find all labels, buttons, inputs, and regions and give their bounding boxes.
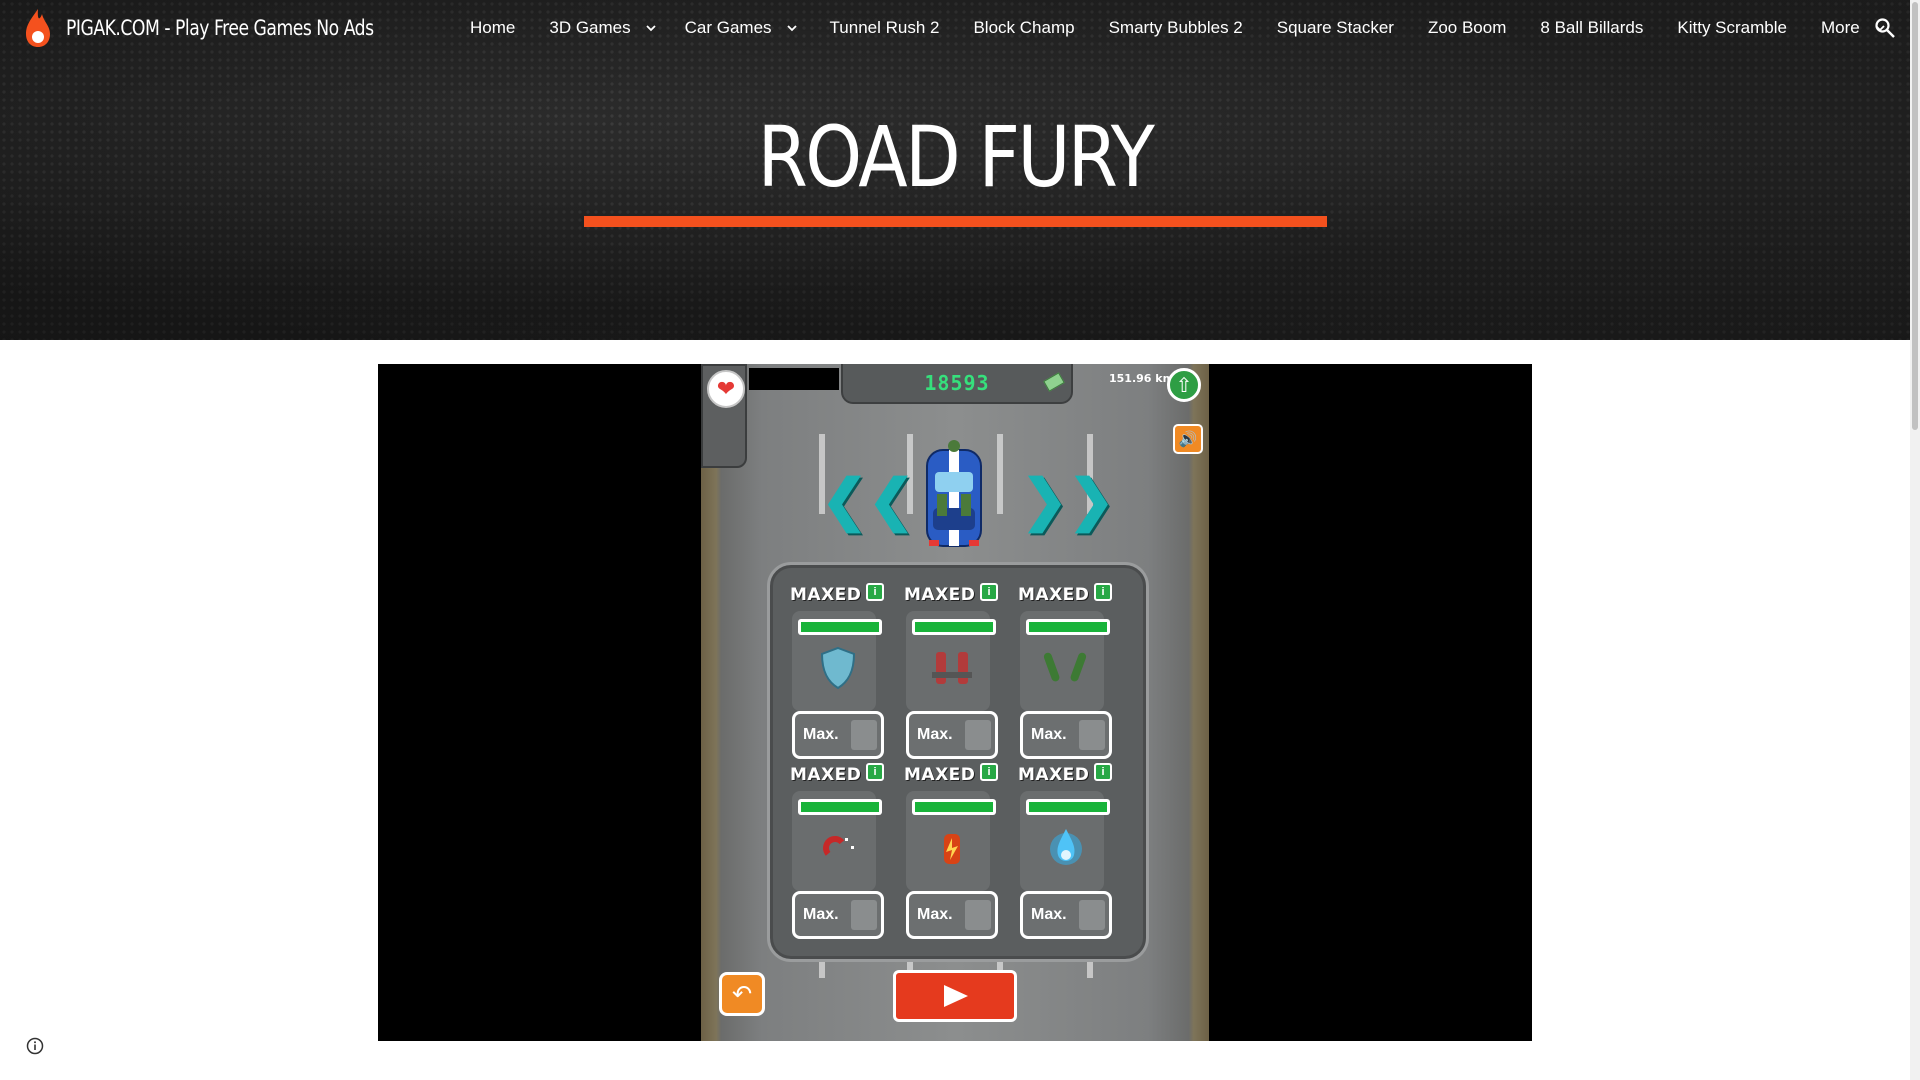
upgrade-slot: MAXED i Max. [1012,583,1112,761]
upgrade-status: MAXED [790,765,862,785]
chevron-down-icon[interactable] [786,22,798,34]
upgrade-slot: MAXED i Max. [1012,763,1112,941]
chevron-down-icon[interactable] [645,22,657,34]
info-button[interactable]: i [980,763,998,781]
info-button[interactable]: i [1094,763,1112,781]
nav-item-label[interactable]: 3D Games [549,18,630,38]
upgrades-panel: MAXED i Max. MAXED i Max. MAXED i Max. M… [767,562,1149,962]
heart-icon: ❤ [707,370,745,408]
nav-item-label[interactable]: Smarty Bubbles 2 [1109,18,1243,38]
max-button-label[interactable]: Max. [1031,726,1067,744]
upgrade-level-bar [798,619,882,635]
distance-readout: 151.96 km [1109,372,1175,385]
brand[interactable]: PIGAK.COM - Play Free Games No Ads [24,8,441,48]
health-bar [749,368,839,390]
shield-icon [810,643,866,693]
nav-item-label[interactable]: Tunnel Rush 2 [830,18,940,38]
upgrade-level-bar [798,799,882,815]
back-arrow-icon[interactable]: ↶ [719,972,765,1016]
magnet-icon [810,823,866,873]
page-title: ROAD FURY [757,108,1155,206]
nav-item-label[interactable]: 8 Ball Billards [1540,18,1643,38]
nav-item-kitty-scramble[interactable]: Kitty Scramble [1677,18,1787,38]
site-header: PIGAK.COM - Play Free Games No Ads Home … [0,0,1910,340]
cash-icon [851,720,877,750]
lane-marking [997,434,1003,514]
play-icon [944,985,968,1007]
nav-item-tunnel-rush-2[interactable]: Tunnel Rush 2 [830,18,940,38]
previous-car-arrow-icon[interactable]: ❮❮ [821,472,915,528]
nav-item-square-stacker[interactable]: Square Stacker [1277,18,1394,38]
car-icon [926,440,982,547]
upgrade-status: MAXED [1018,585,1090,605]
nav-item-3d-games[interactable]: 3D Games [549,18,656,38]
info-button[interactable]: i [980,583,998,601]
nav-items: Home 3D Games Car Games Tunnel Rush 2 Bl… [470,0,1886,56]
up-arrow-icon[interactable]: ⇧ [1167,368,1201,402]
upgrade-status: MAXED [790,585,862,605]
info-button[interactable]: i [1094,583,1112,601]
upgrade-slot: MAXED i Max. [784,763,884,941]
max-button-label[interactable]: Max. [1031,906,1067,924]
max-button-label[interactable]: Max. [917,726,953,744]
search-icon[interactable] [1873,16,1897,40]
nav-item-label[interactable]: Zoo Boom [1428,18,1506,38]
cash-icon [965,720,991,750]
nav-item-car-games[interactable]: Car Games [685,18,798,38]
upgrade-status: MAXED [904,585,976,605]
nav-item-label[interactable]: Car Games [685,18,772,38]
upgrade-slot: MAXED i Max. [898,763,998,941]
cash-icon [1079,720,1105,750]
nav-item-zoo-boom[interactable]: Zoo Boom [1428,18,1506,38]
cash-icon [851,900,877,930]
next-car-arrow-icon[interactable]: ❯❯ [1021,472,1115,528]
max-upgrade-button[interactable]: Max. [792,711,884,759]
max-upgrade-button[interactable]: Max. [1020,711,1112,759]
upgrade-level-bar [912,619,996,635]
guns-icon [924,643,980,693]
scrollbar-thumb[interactable] [1912,2,1918,430]
top-nav: PIGAK.COM - Play Free Games No Ads Home … [0,0,1910,56]
info-icon[interactable] [26,1037,44,1055]
upgrade-status: MAXED [904,765,976,785]
max-upgrade-button[interactable]: Max. [906,711,998,759]
speaker-icon[interactable]: 🔊 [1173,424,1203,454]
cash-icon [1079,900,1105,930]
max-button-label[interactable]: Max. [803,726,839,744]
game-canvas[interactable]: ❤ 18593 151.96 km ⇧ 🔊 ❮❮ ❯❯ MAXED i Max.… [701,364,1209,1041]
max-upgrade-button[interactable]: Max. [792,891,884,939]
nav-item-label[interactable]: Block Champ [973,18,1074,38]
play-button[interactable] [893,970,1017,1022]
brand-name[interactable]: PIGAK.COM - Play Free Games No Ads [66,16,374,40]
max-button-label[interactable]: Max. [917,906,953,924]
nav-item-8-ball-billards[interactable]: 8 Ball Billards [1540,18,1643,38]
score-counter: 18593 [841,364,1073,404]
upgrade-slot: MAXED i Max. [784,583,884,761]
blue-flame-icon [1038,823,1094,873]
nitro-icon [924,823,980,873]
nav-item-label[interactable]: Kitty Scramble [1677,18,1787,38]
max-upgrade-button[interactable]: Max. [906,891,998,939]
upgrade-level-bar [1026,799,1110,815]
nav-item-label[interactable]: Home [470,18,515,38]
flame-logo-icon [26,9,50,47]
rockets-icon [1038,643,1094,693]
nav-item-label[interactable]: More [1821,18,1860,38]
nav-item-block-champ[interactable]: Block Champ [973,18,1074,38]
nav-item-home[interactable]: Home [470,18,515,38]
title-underline [584,216,1327,227]
nav-item-smarty-bubbles-2[interactable]: Smarty Bubbles 2 [1109,18,1243,38]
upgrade-status: MAXED [1018,765,1090,785]
upgrade-level-bar [912,799,996,815]
upgrade-level-bar [1026,619,1110,635]
max-button-label[interactable]: Max. [803,906,839,924]
upgrade-slot: MAXED i Max. [898,583,998,761]
cash-icon [965,900,991,930]
info-button[interactable]: i [866,763,884,781]
max-upgrade-button[interactable]: Max. [1020,891,1112,939]
nav-item-label[interactable]: Square Stacker [1277,18,1394,38]
info-button[interactable]: i [866,583,884,601]
